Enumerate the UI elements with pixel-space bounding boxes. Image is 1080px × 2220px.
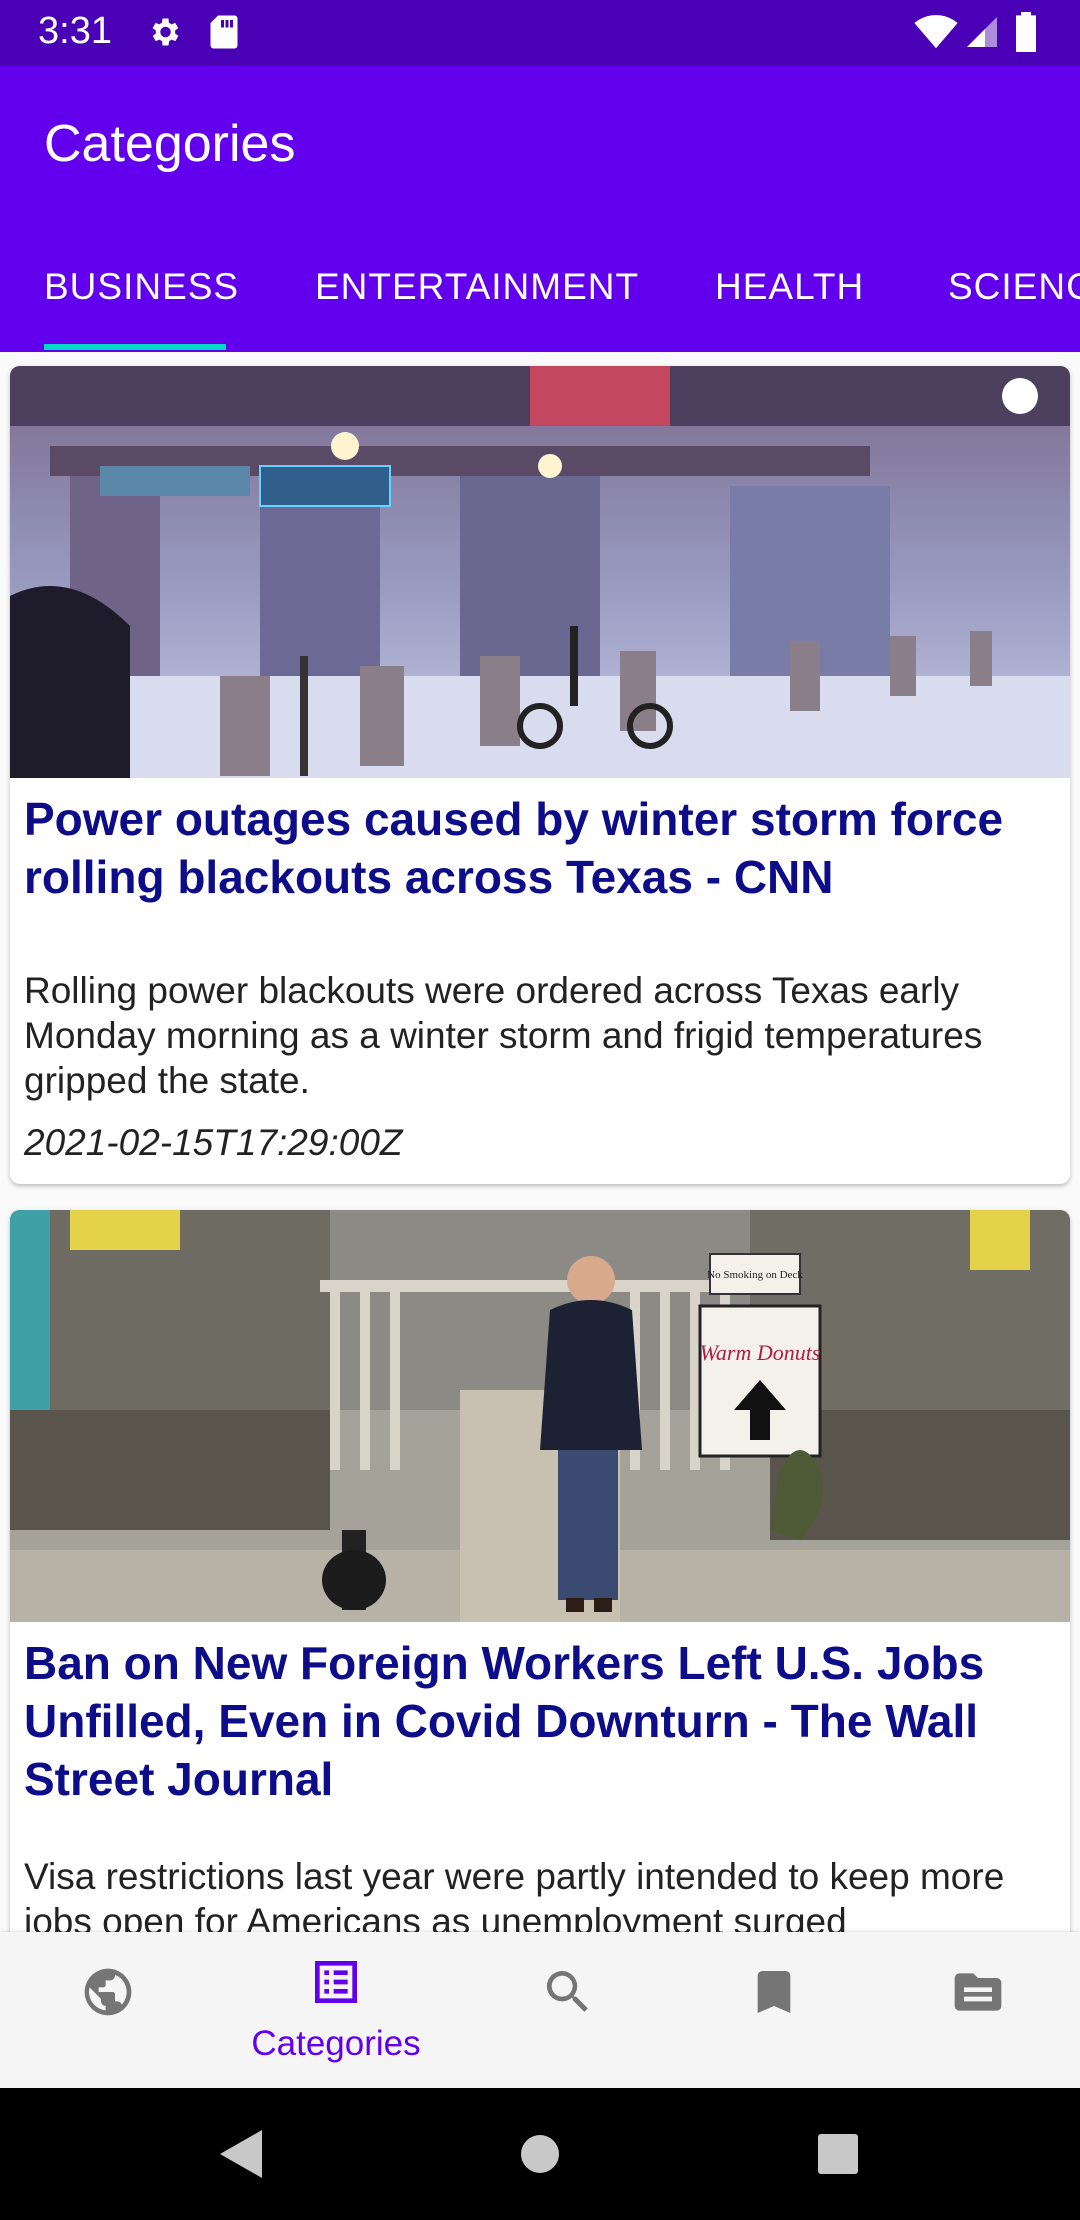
home-icon[interactable] — [520, 2134, 560, 2174]
recents-icon[interactable] — [818, 2134, 858, 2174]
sd-card-icon — [210, 15, 238, 49]
tab-entertainment[interactable]: ENTERTAINMENT — [315, 266, 639, 308]
tab-health[interactable]: HEALTH — [715, 266, 864, 308]
back-icon[interactable] — [218, 2128, 264, 2180]
sources-icon — [954, 1973, 1002, 2011]
nav-item-top-headlines[interactable] — [0, 1932, 216, 2088]
tab-indicator — [44, 344, 226, 350]
tab-business[interactable]: BUSINESS — [44, 266, 239, 308]
article-card[interactable]: Power outages caused by winter storm for… — [10, 366, 1070, 1184]
article-list[interactable]: Power outages caused by winter storm for… — [0, 352, 1080, 1932]
sign-donuts-text: Warm Donuts — [700, 1340, 821, 1365]
system-navigation-bar — [0, 2088, 1080, 2220]
bookmark-icon — [757, 1971, 791, 2013]
battery-icon — [1016, 12, 1036, 52]
sign-no-smoking-text: No Smoking on Deck — [707, 1269, 803, 1281]
cellular-signal-icon — [967, 17, 997, 47]
status-bar: 3:31 — [0, 0, 1080, 66]
nav-label-categories: Categories — [251, 2024, 421, 2063]
nav-item-saved[interactable] — [666, 1932, 882, 2088]
status-time: 3:31 — [38, 10, 112, 52]
article-description: Rolling power blackouts were ordered acr… — [24, 970, 983, 1101]
search-icon — [546, 1971, 588, 2012]
tab-science[interactable]: SCIENCE — [948, 266, 1080, 308]
nav-item-sources[interactable] — [870, 1932, 1080, 2088]
nav-item-search[interactable] — [460, 1932, 676, 2088]
bottom-navigation: Categories — [0, 1932, 1080, 2088]
list-icon — [315, 1961, 357, 2003]
article-title[interactable]: Ban on New Foreign Workers Left U.S. Job… — [24, 1634, 1054, 1808]
article-image: No Smoking on Deck Warm Donuts — [10, 1210, 1070, 1622]
nav-item-categories[interactable]: Categories — [228, 1932, 444, 2088]
gear-icon — [152, 18, 179, 46]
category-tabs: BUSINESS ENTERTAINMENT HEALTH SCIENCE — [0, 222, 1080, 352]
article-title[interactable]: Power outages caused by winter storm for… — [24, 790, 1054, 906]
wifi-icon — [914, 15, 958, 49]
article-image — [10, 366, 1070, 778]
globe-icon — [84, 1968, 132, 2016]
article-description: Visa restrictions last year were partly … — [24, 1856, 1005, 1932]
article-card[interactable]: No Smoking on Deck Warm Donuts Ban on Ne… — [10, 1210, 1070, 1932]
page-title: Categories — [44, 115, 296, 173]
app-bar: Categories — [0, 66, 1080, 222]
article-date: 2021-02-15T17:29:00Z — [24, 1122, 403, 1163]
